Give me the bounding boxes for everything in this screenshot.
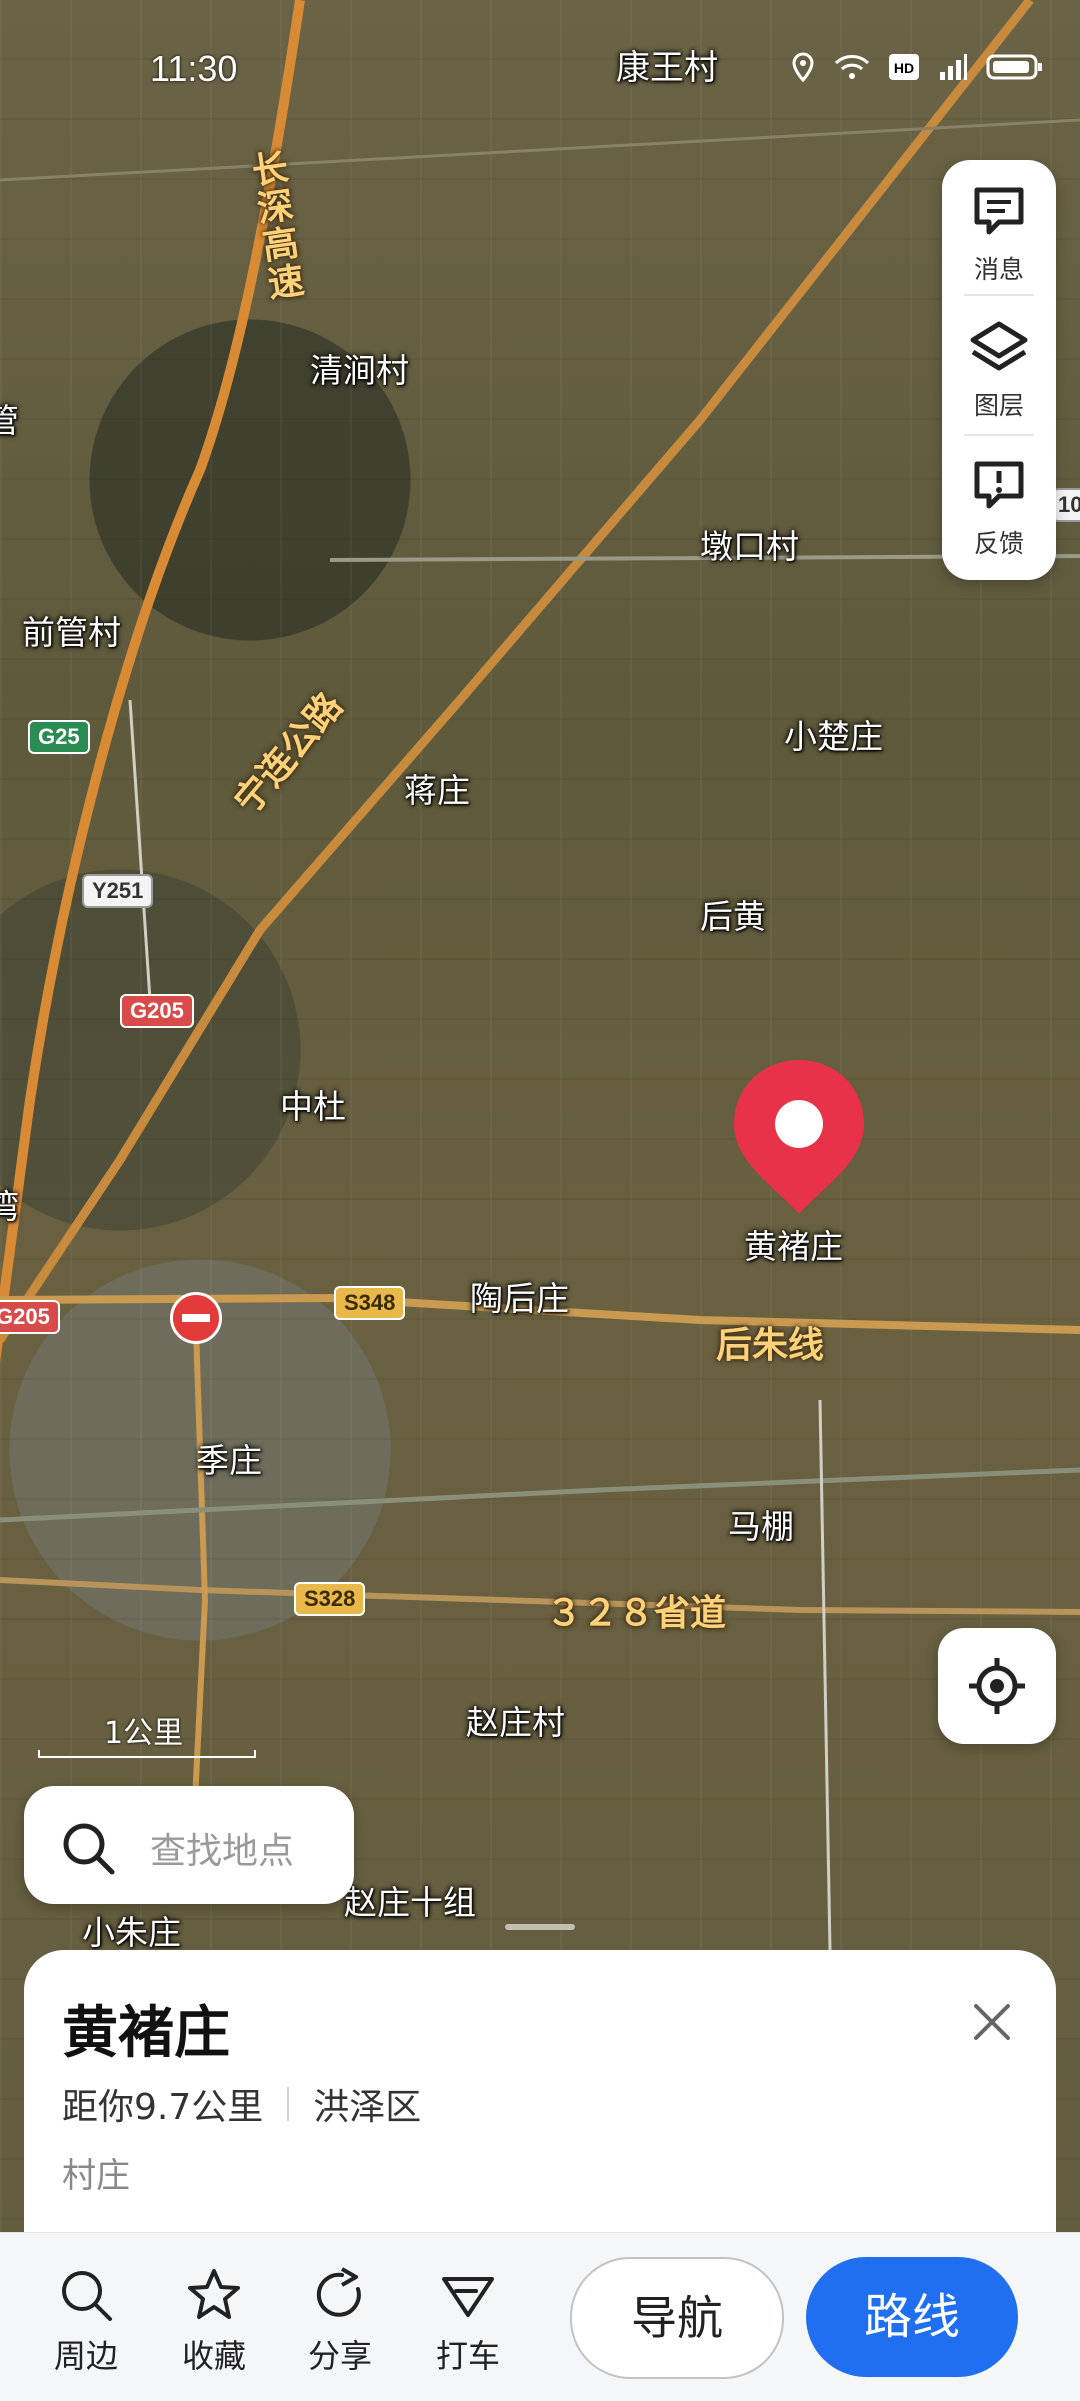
road-shield-g25: G25 [28, 720, 90, 754]
svg-text:HD: HD [894, 60, 914, 76]
signal-4g-icon [940, 54, 967, 80]
feedback-icon [974, 461, 1024, 509]
feedback-label: 反馈 [973, 529, 1024, 558]
status-bar: 11:30 康王村 HD [0, 0, 1080, 110]
place-label[interactable]: 湾 [0, 1180, 19, 1228]
map-side-panel: 消息 图层 反馈 [942, 160, 1056, 580]
share-button[interactable]: 分享 [290, 2267, 390, 2377]
place-label[interactable]: 蒋庄 [404, 764, 470, 812]
route-button[interactable]: 路线 [806, 2257, 1018, 2377]
drag-handle[interactable] [505, 1924, 575, 1930]
road-label-houzhu: 后朱线 [716, 1325, 825, 1366]
place-label[interactable]: 墩口村 [700, 520, 799, 568]
place-label[interactable]: 赵庄十组 [344, 1876, 476, 1924]
messages-button[interactable]: 消息 [942, 168, 1056, 288]
crosshair-icon [969, 1658, 1025, 1714]
hd-icon: HD [889, 54, 919, 80]
messages-label: 消息 [973, 255, 1024, 284]
location-marker[interactable] [732, 1058, 866, 1218]
navigate-button[interactable]: 导航 [570, 2257, 784, 2379]
layers-button[interactable]: 图层 [942, 304, 1056, 424]
road-label-328: ３２８省道 [546, 1593, 727, 1634]
place-meta: 距你9.7公里 洪泽区 [62, 2078, 421, 2130]
scale-label: 1公里 [104, 1716, 184, 1751]
nearby-label: 周边 [53, 2337, 118, 2375]
layers-label: 图层 [973, 391, 1024, 420]
taxi-icon [442, 2277, 494, 2317]
no-entry-icon [170, 1292, 222, 1344]
battery-icon [986, 54, 1042, 80]
share-label: 分享 [307, 2337, 372, 2375]
map-scale: 1公里 [38, 1708, 258, 1758]
favorite-button[interactable]: 收藏 [164, 2267, 264, 2377]
share-icon [316, 2267, 361, 2317]
taxi-label: 打车 [435, 2337, 500, 2375]
message-icon [974, 187, 1024, 235]
road-shield-s348: S348 [334, 1286, 406, 1320]
place-label[interactable]: 赵庄村 [466, 1696, 565, 1744]
place-distance: 距你9.7公里 [62, 2087, 264, 2128]
divider [964, 294, 1034, 296]
layers-icon [970, 321, 1028, 371]
feedback-button[interactable]: 反馈 [942, 442, 1056, 562]
place-label[interactable]: 管 [0, 394, 19, 442]
place-label[interactable]: 小朱庄 [82, 1906, 181, 1954]
scale-bar [38, 1750, 256, 1758]
star-icon [188, 2269, 240, 2319]
marker-label[interactable]: 黄褚庄 [744, 1220, 843, 1268]
bottom-action-bar: 周边 收藏 分享 打车 导航 路线 [0, 2232, 1080, 2401]
place-title: 黄褚庄 [62, 2001, 230, 2066]
place-label[interactable]: 季庄 [196, 1434, 262, 1482]
place-label[interactable]: 中杜 [280, 1080, 346, 1128]
place-label[interactable]: 前管村 [22, 606, 121, 654]
road-shield-y251: Y251 [82, 874, 154, 908]
search-icon [62, 2271, 112, 2321]
nearby-button[interactable]: 周边 [36, 2267, 136, 2377]
close-icon[interactable] [968, 1998, 1016, 2046]
road-shield-g205: G205 [120, 994, 194, 1028]
map-pin-icon [734, 1060, 864, 1214]
divider [964, 434, 1034, 436]
place-label[interactable]: 后黄 [700, 890, 766, 938]
road-shield-10: 10 [1052, 488, 1080, 522]
place-info-card[interactable]: 黄褚庄 距你9.7公里 洪泽区 村庄 [24, 1950, 1056, 2240]
place-district: 洪泽区 [313, 2087, 422, 2128]
status-time: 11:30 [150, 48, 238, 89]
place-type: 村庄 [62, 2156, 130, 2196]
place-label[interactable]: 马棚 [728, 1500, 794, 1548]
taxi-button[interactable]: 打车 [418, 2267, 518, 2377]
search-placeholder: 查找地点 [150, 1831, 295, 1872]
wifi-icon [834, 55, 870, 79]
place-label-top[interactable]: 康王村 [616, 40, 718, 89]
divider [287, 2087, 290, 2121]
search-icon [63, 1823, 115, 1875]
search-input[interactable]: 查找地点 [24, 1786, 354, 1904]
road-shield-s328: S328 [294, 1582, 366, 1616]
place-label[interactable]: 陶后庄 [470, 1272, 569, 1320]
locate-me-button[interactable] [938, 1628, 1056, 1744]
place-label[interactable]: 小楚庄 [784, 710, 883, 758]
favorite-label: 收藏 [181, 2337, 246, 2375]
place-label[interactable]: 清涧村 [310, 344, 409, 392]
road-shield-g205: G205 [0, 1300, 60, 1334]
location-icon [792, 52, 814, 82]
